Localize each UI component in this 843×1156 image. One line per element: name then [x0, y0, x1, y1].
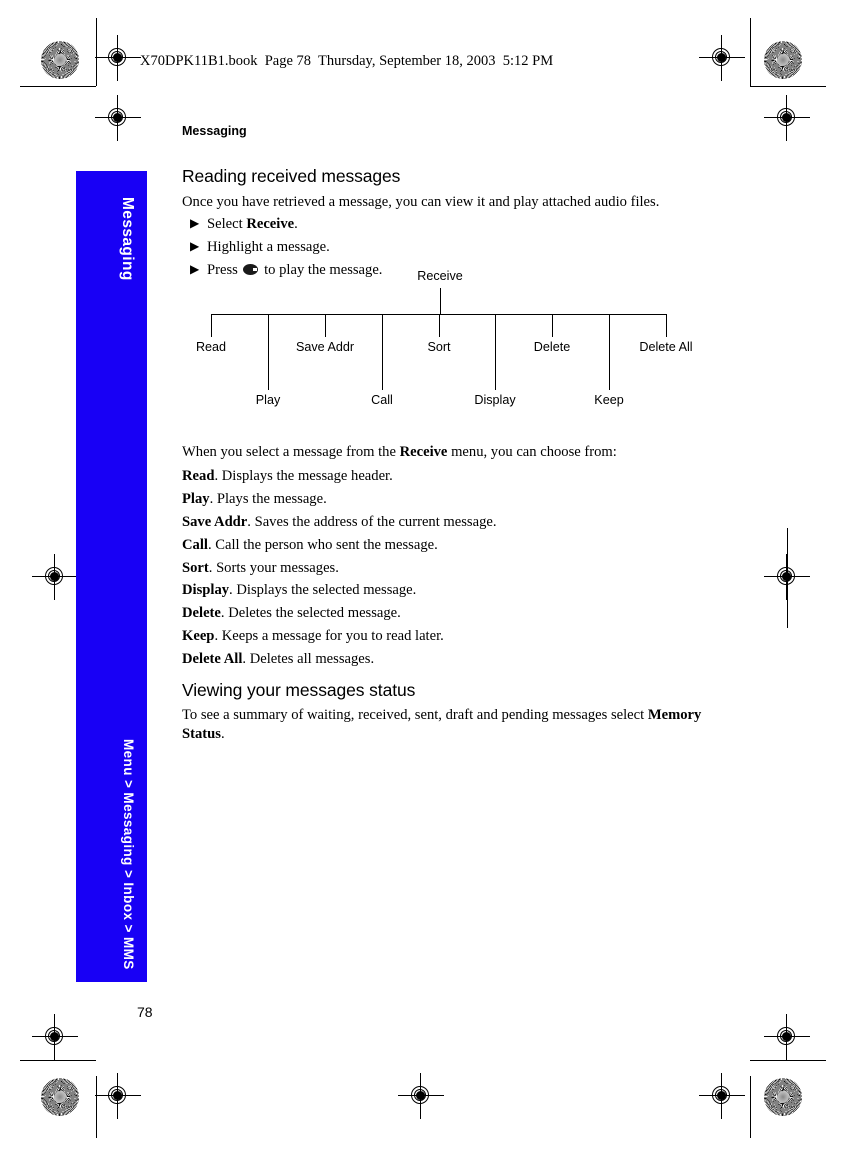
tree-node-display: Display [474, 393, 516, 407]
definition-keep: Keep. Keeps a message for you to read la… [182, 627, 702, 646]
lead-in-suffix: menu, you can choose from: [447, 444, 617, 460]
definition-desc: . Keeps a message for you to read later. [214, 628, 444, 644]
bullet-triangle-icon: ▶ [190, 262, 200, 276]
definition-delete-all: Delete All. Deletes all messages. [182, 650, 702, 669]
tree-branch-tick [609, 314, 610, 390]
section-heading-reading-received-messages: Reading received messages [182, 166, 401, 186]
definition-term: Call [182, 537, 208, 553]
definition-term: Display [182, 582, 230, 598]
crop-line-bottom-right [750, 1060, 826, 1061]
file-header-stamp: X70DPK11B1.book Page 78 Thursday, Septem… [140, 53, 554, 69]
tree-node-keep: Keep [594, 393, 624, 407]
step-1-bold: Receive [246, 216, 295, 232]
sidebar-tab-chapter-label: Messaging [119, 197, 136, 281]
tree-root-stem [440, 288, 441, 314]
registration-target-top-center-right [764, 95, 810, 141]
tree-branch-tick [382, 314, 383, 390]
registration-rosette-top-right [764, 41, 802, 79]
tree-branch-tick [495, 314, 496, 390]
crop-line-top-right [750, 86, 826, 87]
tree-node-delete-all: Delete All [639, 340, 693, 354]
definition-term: Save Addr [182, 514, 248, 530]
menu-tree-diagram: Receive Read Play Save Addr Call Sort Display D… [182, 269, 702, 407]
section2-body-paragraph: To see a summary of waiting, received, s… [182, 706, 702, 744]
definition-term: Delete All [182, 651, 243, 667]
crop-line-top-left [20, 86, 96, 87]
definition-desc: . Deletes all messages. [242, 651, 375, 667]
tree-branch-tick [439, 314, 440, 337]
crop-line-right-vertical-bottom [750, 1076, 751, 1138]
lead-in-bold: Receive [399, 444, 448, 460]
step-item-1: ▶ Select Receive. [190, 215, 298, 234]
soft-key-glyph-icon [243, 264, 259, 275]
definition-save-addr: Save Addr. Saves the address of the curr… [182, 513, 702, 532]
crop-line-right-vertical-mid [787, 528, 788, 628]
tree-node-root: Receive [417, 269, 463, 283]
definition-term: Sort [182, 560, 209, 576]
definition-display: Display. Displays the selected message. [182, 581, 702, 600]
registration-rosette-top-left [41, 41, 79, 79]
definition-call: Call. Call the person who sent the messa… [182, 536, 702, 555]
tree-node-save-addr: Save Addr [295, 340, 355, 354]
section1-intro-paragraph: Once you have retrieved a message, you c… [182, 194, 660, 210]
bullet-triangle-icon: ▶ [190, 239, 200, 253]
registration-target-top-right [699, 35, 745, 81]
registration-target-mid-left [32, 554, 78, 600]
sidebar-tab-chapter: Messaging Menu > Messaging > Inbox > MMS [76, 171, 147, 982]
crop-line-left-vertical-bottom [96, 1076, 97, 1138]
definition-delete: Delete. Deletes the selected message. [182, 604, 702, 623]
definition-desc: . Call the person who sent the message. [207, 537, 438, 553]
step-1-suffix: . [294, 216, 298, 232]
definition-desc: . Displays the selected message. [229, 582, 417, 598]
bullet-triangle-icon: ▶ [190, 216, 200, 230]
registration-target-bottom-left [32, 1014, 78, 1060]
definition-term: Delete [182, 605, 221, 621]
definition-desc: . Deletes the selected message. [220, 605, 401, 621]
definition-sort: Sort. Sorts your messages. [182, 559, 702, 578]
registration-target-bottom-center [398, 1073, 444, 1119]
registration-target-bottom-right [764, 1014, 810, 1060]
definition-desc: . Saves the address of the current messa… [247, 514, 497, 530]
registration-rosette-bottom-left [41, 1078, 79, 1116]
registration-target-top-left [95, 35, 141, 81]
definition-read: Read. Displays the message header. [182, 467, 702, 486]
sidebar-breadcrumb-label: Menu > Messaging > Inbox > MMS [121, 739, 136, 970]
page-number: 78 [137, 1004, 153, 1020]
section-heading-viewing-messages-status: Viewing your messages status [182, 680, 416, 700]
step-2-prefix: Highlight a message. [207, 239, 330, 255]
definition-desc: . Plays the message. [209, 491, 327, 507]
lead-in-prefix: When you select a message from the [182, 444, 400, 460]
running-head-chapter: Messaging [182, 124, 247, 138]
tree-node-sort: Sort [427, 340, 451, 354]
definition-desc: . Displays the message header. [214, 468, 393, 484]
registration-rosette-bottom-right [764, 1078, 802, 1116]
registration-target-top-center [95, 95, 141, 141]
step-1-prefix: Select [207, 216, 247, 232]
definition-term: Keep [182, 628, 215, 644]
definition-term: Read [182, 468, 215, 484]
definition-play: Play. Plays the message. [182, 490, 702, 509]
section2-prefix: To see a summary of waiting, received, s… [182, 707, 648, 723]
tree-branch-tick [666, 314, 667, 337]
tree-node-call: Call [371, 393, 393, 407]
definition-term: Play [182, 491, 210, 507]
definition-desc: . Sorts your messages. [208, 560, 339, 576]
registration-target-bottom-center-right [699, 1073, 745, 1119]
step-3-suffix: to play the message. [260, 262, 383, 278]
crop-line-right-vertical-top [750, 18, 751, 86]
tree-branch-tick [211, 314, 212, 337]
tree-node-read: Read [195, 340, 227, 354]
tree-branch-tick [552, 314, 553, 337]
section2-suffix: . [220, 726, 225, 742]
step-3-prefix: Press [207, 262, 242, 278]
crop-line-bottom-left [20, 1060, 96, 1061]
crop-line-left-vertical-top [96, 18, 97, 86]
tree-branch-tick [268, 314, 269, 390]
registration-target-bottom-center-left [95, 1073, 141, 1119]
tree-branch-tick [325, 314, 326, 337]
definitions-lead-in: When you select a message from the Recei… [182, 443, 702, 462]
tree-node-play: Play [255, 393, 281, 407]
tree-node-delete: Delete [533, 340, 571, 354]
step-item-2: ▶ Highlight a message. [190, 238, 330, 257]
